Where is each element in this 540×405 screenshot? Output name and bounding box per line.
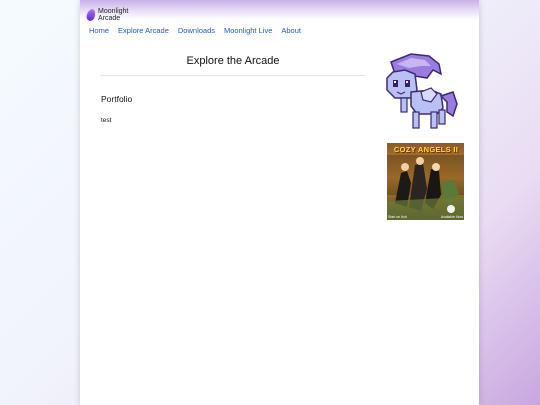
main-nav: Home Explore Arcade Downloads Moonlight … <box>89 26 310 35</box>
section-heading: Portfolio <box>101 94 133 104</box>
banner-right-text: Available Now <box>440 215 463 219</box>
brand-name: Moonlight Arcade <box>98 8 128 22</box>
title-divider <box>100 75 366 76</box>
nav-home[interactable]: Home <box>89 26 109 35</box>
banner-footer: Start on Itch Available Now <box>388 215 463 219</box>
game-banner-image[interactable]: COZY ANGELS II Start on Itch Available N… <box>387 143 464 220</box>
nav-explore-arcade[interactable]: Explore Arcade <box>118 26 169 35</box>
nav-downloads[interactable]: Downloads <box>178 26 215 35</box>
brand-line-1: Moonlight <box>98 8 129 15</box>
header-band <box>80 0 479 20</box>
page-container: Moonlight Arcade Home Explore Arcade Dow… <box>80 0 479 405</box>
page-title: Explore the Arcade <box>186 55 280 67</box>
nav-about[interactable]: About <box>281 26 301 35</box>
site-logo[interactable]: Moonlight Arcade <box>85 7 128 23</box>
banner-left-text: Start on Itch <box>388 215 407 219</box>
body-text: test <box>101 117 112 124</box>
banner-art-icon <box>387 143 464 220</box>
pony-sprite-icon <box>386 53 458 129</box>
nav-moonlight-live[interactable]: Moonlight Live <box>224 26 272 35</box>
moon-logo-icon <box>85 8 97 22</box>
banner-title: COZY ANGELS II <box>393 145 459 154</box>
brand-line-2: Arcade <box>98 15 121 22</box>
